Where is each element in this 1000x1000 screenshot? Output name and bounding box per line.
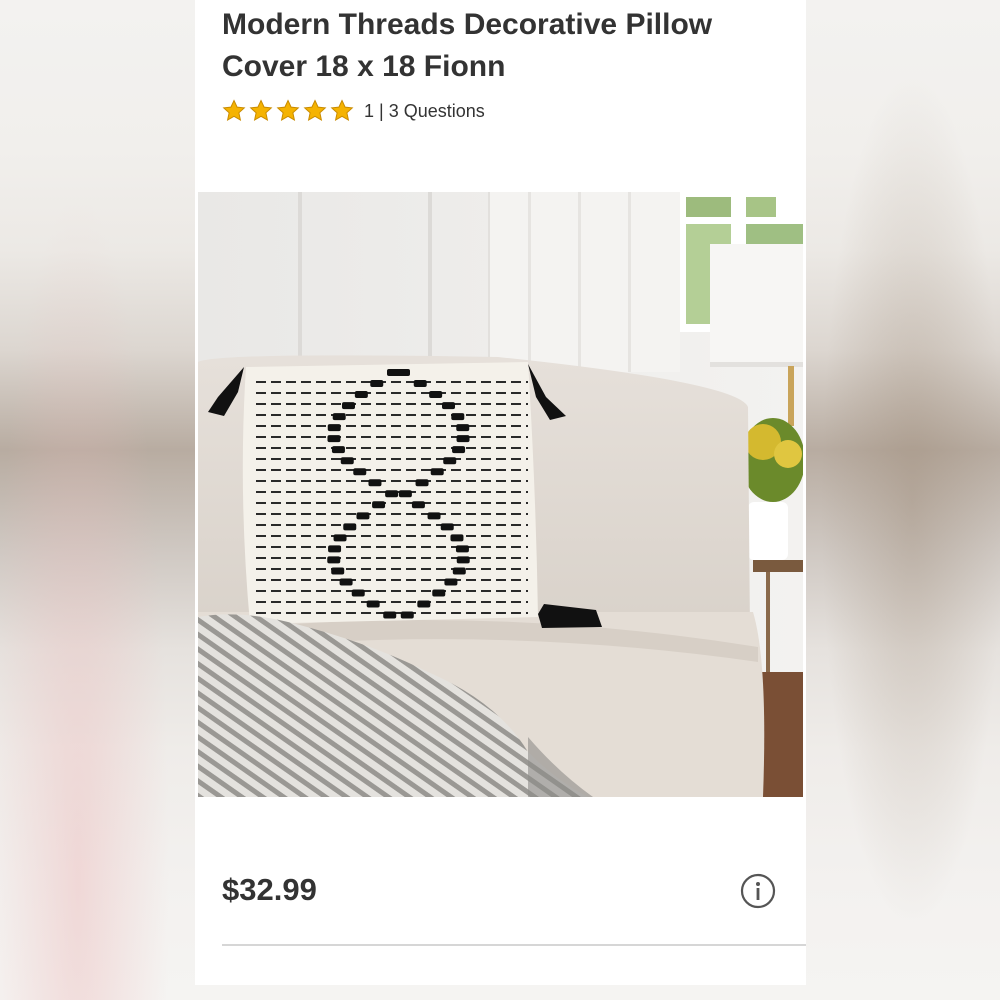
product-photo-illustration [198, 192, 803, 797]
product-card: Modern Threads Decorative Pillow Cover 1… [195, 0, 806, 985]
info-circle-icon [740, 873, 776, 913]
rating-row: 1 | 3 Questions [222, 97, 485, 125]
blurred-background-right [805, 0, 1000, 1000]
product-title: Modern Threads Decorative Pillow Cover 1… [222, 8, 713, 83]
star-icon [330, 99, 354, 121]
star-icon [276, 99, 300, 121]
product-image[interactable] [198, 192, 803, 797]
rating-summary: 1 | 3 Questions [364, 101, 485, 122]
price-info-button[interactable] [740, 873, 776, 909]
section-divider [222, 944, 806, 946]
star-icon [249, 99, 273, 121]
star-icon [303, 99, 327, 121]
blurred-background-left [0, 0, 195, 1000]
product-price: $32.99 [222, 872, 317, 907]
star-rating[interactable] [222, 99, 354, 123]
questions-link[interactable]: 3 Questions [389, 101, 485, 121]
star-icon [222, 99, 246, 121]
rating-separator: | [379, 100, 384, 121]
review-count-link[interactable]: 1 [364, 101, 374, 121]
